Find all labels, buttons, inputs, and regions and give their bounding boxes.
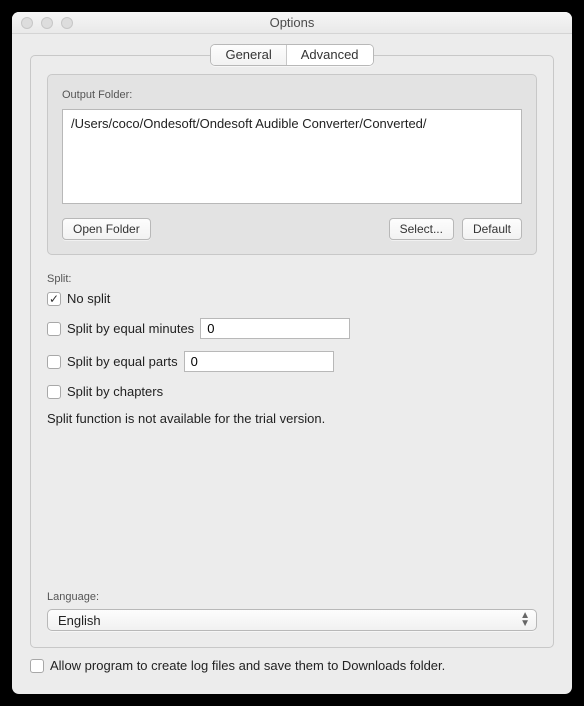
tab-control: General Advanced (210, 44, 373, 66)
tab-advanced[interactable]: Advanced (287, 45, 373, 65)
language-label: Language: (47, 591, 537, 603)
traffic-lights (12, 17, 73, 29)
output-folder-group: Output Folder: /Users/coco/Ondesoft/Onde… (47, 74, 537, 255)
zoom-icon[interactable] (61, 17, 73, 29)
open-folder-button[interactable]: Open Folder (62, 218, 151, 240)
split-chapters-row[interactable]: Split by chapters (47, 384, 537, 399)
split-chapters-checkbox[interactable] (47, 385, 61, 399)
close-icon[interactable] (21, 17, 33, 29)
no-split-label: No split (67, 291, 110, 306)
split-minutes-row[interactable]: Split by equal minutes (47, 318, 537, 339)
split-label: Split: (47, 273, 537, 285)
advanced-panel: Output Folder: /Users/coco/Ondesoft/Onde… (30, 55, 554, 648)
titlebar: Options (12, 12, 572, 34)
options-window: Options General Advanced Output Folder: … (12, 12, 572, 694)
split-warning: Split function is not available for the … (47, 411, 537, 426)
language-block: Language: English ▲▼ (47, 591, 537, 631)
select-folder-button[interactable]: Select... (389, 218, 454, 240)
split-chapters-label: Split by chapters (67, 384, 163, 399)
output-folder-label: Output Folder: (62, 89, 522, 101)
allow-log-checkbox[interactable] (30, 659, 44, 673)
split-minutes-checkbox[interactable] (47, 322, 61, 336)
language-select[interactable]: English ▲▼ (47, 609, 537, 631)
split-parts-row[interactable]: Split by equal parts (47, 351, 537, 372)
no-split-checkbox[interactable] (47, 292, 61, 306)
window-title: Options (12, 15, 572, 30)
output-folder-path[interactable]: /Users/coco/Ondesoft/Ondesoft Audible Co… (62, 109, 522, 204)
tab-general[interactable]: General (211, 45, 286, 65)
no-split-row[interactable]: No split (47, 291, 537, 306)
split-parts-input[interactable] (184, 351, 334, 372)
language-value: English (58, 613, 101, 628)
split-minutes-input[interactable] (200, 318, 350, 339)
allow-log-row[interactable]: Allow program to create log files and sa… (30, 658, 554, 673)
minimize-icon[interactable] (41, 17, 53, 29)
split-parts-checkbox[interactable] (47, 355, 61, 369)
content: General Advanced Output Folder: /Users/c… (12, 34, 572, 694)
allow-log-label: Allow program to create log files and sa… (50, 658, 445, 673)
split-parts-label: Split by equal parts (67, 354, 178, 369)
split-minutes-label: Split by equal minutes (67, 321, 194, 336)
default-folder-button[interactable]: Default (462, 218, 522, 240)
chevron-updown-icon: ▲▼ (520, 612, 530, 628)
